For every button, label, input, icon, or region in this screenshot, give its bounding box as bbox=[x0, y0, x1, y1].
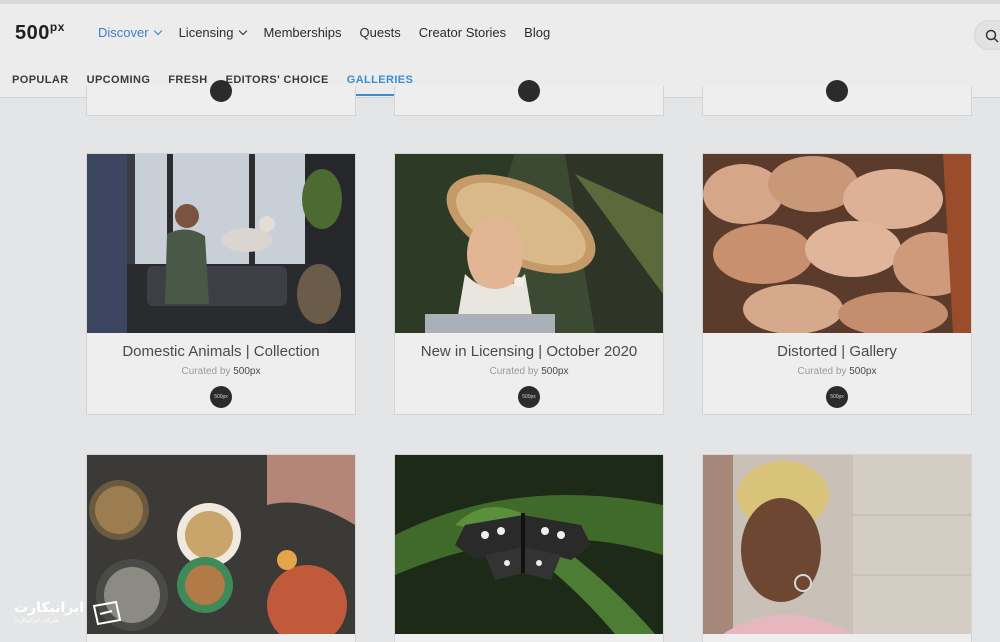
gallery-cover-image[interactable] bbox=[703, 154, 971, 333]
nav-blog-label: Blog bbox=[524, 25, 551, 40]
watermark-text: ایرانیکارت bbox=[14, 600, 85, 616]
gallery-title[interactable]: Distorted | Gallery bbox=[703, 343, 971, 360]
gallery-cover-image[interactable] bbox=[87, 455, 355, 634]
gallery-card-partial[interactable] bbox=[702, 80, 972, 116]
gallery-card[interactable] bbox=[394, 454, 664, 642]
curated-by-label: Curated by bbox=[797, 366, 847, 377]
gallery-card[interactable]: Domestic Animals | Collection Curated by… bbox=[86, 153, 356, 415]
gallery-curator: Curated by 500px bbox=[395, 366, 663, 377]
search-button[interactable] bbox=[974, 20, 1000, 50]
nav-discover[interactable]: Discover bbox=[98, 25, 162, 40]
search-icon bbox=[985, 29, 999, 43]
nav-memberships[interactable]: Memberships bbox=[264, 25, 342, 40]
nav-blog[interactable]: Blog bbox=[524, 25, 550, 40]
curator-name[interactable]: 500px bbox=[233, 366, 260, 377]
gallery-card-partial[interactable] bbox=[394, 80, 664, 116]
gallery-card[interactable]: New in Licensing | October 2020 Curated … bbox=[394, 153, 664, 415]
gallery-card-partial[interactable] bbox=[86, 80, 356, 116]
nav-creator-stories[interactable]: Creator Stories bbox=[419, 25, 506, 40]
nav-licensing[interactable]: Licensing bbox=[178, 25, 247, 40]
nav-creator-stories-label: Creator Stories bbox=[418, 25, 507, 40]
curator-avatar[interactable] bbox=[826, 80, 848, 102]
tab-popular[interactable]: POPULAR bbox=[12, 74, 69, 96]
nav-memberships-label: Memberships bbox=[263, 25, 342, 40]
gallery-cover-image[interactable] bbox=[703, 455, 971, 634]
main-nav: Discover Licensing Memberships Quests Cr… bbox=[98, 25, 568, 40]
logo[interactable]: 500px bbox=[15, 20, 65, 45]
nav-discover-label: Discover bbox=[98, 25, 149, 40]
chevron-down-icon bbox=[153, 26, 162, 35]
curated-by-label: Curated by bbox=[489, 366, 539, 377]
gallery-curator: Curated by 500px bbox=[87, 366, 355, 377]
curator-name[interactable]: 500px bbox=[849, 366, 876, 377]
top-navigation-bar: 500px Discover Licensing Memberships Que… bbox=[0, 0, 1000, 98]
gallery-cover-image[interactable] bbox=[87, 154, 355, 333]
chevron-down-icon bbox=[238, 26, 247, 35]
gallery-curator: Curated by 500px bbox=[703, 366, 971, 377]
curator-avatar[interactable]: 500px bbox=[826, 386, 848, 408]
gallery-title[interactable]: Domestic Animals | Collection bbox=[87, 343, 355, 360]
curator-avatar[interactable]: 500px bbox=[518, 386, 540, 408]
curator-avatar[interactable] bbox=[210, 80, 232, 102]
nav-licensing-label: Licensing bbox=[178, 25, 234, 40]
gallery-card[interactable]: Distorted | Gallery Curated by 500px 500… bbox=[702, 153, 972, 415]
nav-quests[interactable]: Quests bbox=[360, 25, 401, 40]
card-logo-icon bbox=[92, 600, 122, 626]
gallery-title[interactable]: New in Licensing | October 2020 bbox=[395, 343, 663, 360]
gallery-card[interactable] bbox=[702, 454, 972, 642]
curator-avatar[interactable] bbox=[518, 80, 540, 102]
gallery-cover-image[interactable] bbox=[395, 455, 663, 634]
curator-avatar[interactable]: 500px bbox=[210, 386, 232, 408]
curated-by-label: Curated by bbox=[181, 366, 231, 377]
gallery-card[interactable] bbox=[86, 454, 356, 642]
curator-name[interactable]: 500px bbox=[541, 366, 568, 377]
gallery-cover-image[interactable] bbox=[395, 154, 663, 333]
watermark-subtext: شرکت ایرانیکارت bbox=[14, 617, 59, 624]
watermark-logo: ایرانیکارت شرکت ایرانیکارت bbox=[14, 596, 124, 630]
nav-quests-label: Quests bbox=[359, 25, 401, 40]
